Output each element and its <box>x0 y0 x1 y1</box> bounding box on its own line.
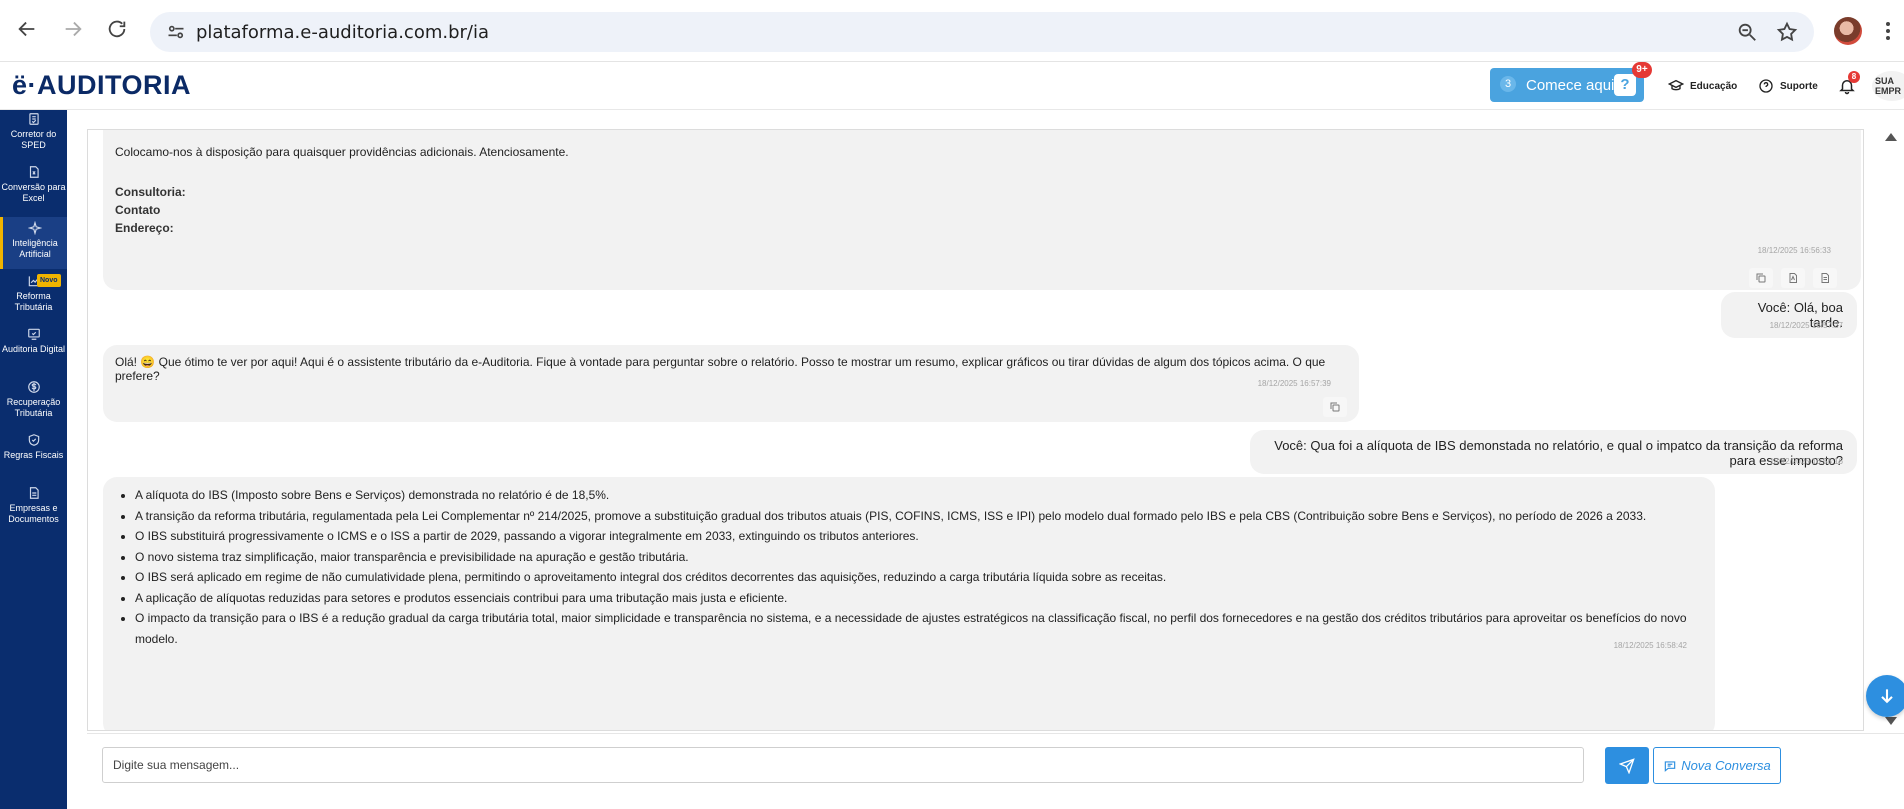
message-input[interactable] <box>102 747 1584 783</box>
sidebar-item-label: Reforma Tributária <box>14 291 53 312</box>
address-bar[interactable]: plataforma.e-auditoria.com.br/ia <box>150 12 1814 52</box>
copy-icon[interactable] <box>1323 397 1347 417</box>
graduation-cap-icon <box>1668 79 1684 91</box>
educacao-label: Educação <box>1690 80 1738 92</box>
contato-label: Contato <box>115 203 161 217</box>
ai-message-text: Olá! 😄 Que ótimo te ver por aqui! Aqui é… <box>115 355 1326 383</box>
browser-toolbar: plataforma.e-auditoria.com.br/ia <box>0 0 1904 62</box>
new-conversation-label: Nova Conversa <box>1681 758 1771 773</box>
sidebar-item-label: Auditoria Digital <box>1 344 66 354</box>
back-icon[interactable] <box>12 14 42 44</box>
user-message: Você: Qua foi a alíquota de IBS demonsta… <box>1250 430 1857 474</box>
list-item: O impacto da transição para o IBS é a re… <box>135 608 1703 649</box>
word-file-icon[interactable] <box>1813 268 1837 288</box>
sidebar-item-reforma-tributaria[interactable]: Novo Reforma Tributária <box>0 274 67 313</box>
message-timestamp: 18/12/2025 16:57:39 <box>1257 379 1331 388</box>
ai-message: Olá! 😄 Que ótimo te ver por aqui! Aqui é… <box>103 345 1359 422</box>
scroll-up-arrow[interactable] <box>1885 133 1897 141</box>
comece-aqui-button[interactable]: 3 Comece aqui ? 9+ <box>1490 62 1652 102</box>
url-text[interactable]: plataforma.e-auditoria.com.br/ia <box>196 22 489 43</box>
list-item: O IBS será aplicado em regime de não cum… <box>135 567 1703 588</box>
message-tools <box>1749 268 1837 288</box>
message-timestamp: 18/12/2025 16:58:16 <box>1769 457 1843 466</box>
user-message-text: Você: Qua foi a alíquota de IBS demonsta… <box>1274 438 1843 468</box>
app-header: ë·AUDITORIA 3 Comece aqui ? 9+ Educação … <box>0 62 1904 110</box>
new-conversation-button[interactable]: Nova Conversa <box>1653 747 1781 784</box>
dollar-icon <box>27 381 40 393</box>
comece-label: Comece aqui <box>1526 77 1615 94</box>
scroll-to-bottom-button[interactable] <box>1866 675 1904 717</box>
send-button[interactable] <box>1605 747 1649 784</box>
message-input-bar: Nova Conversa <box>87 733 1904 809</box>
reload-icon[interactable] <box>102 14 132 44</box>
educacao-link[interactable]: Educação <box>1668 78 1737 94</box>
suporte-label: Suporte <box>1780 80 1818 92</box>
company-avatar[interactable]: SUA EMPR <box>1872 71 1904 101</box>
pdf-icon[interactable] <box>1781 268 1805 288</box>
shield-icon <box>28 434 39 446</box>
browser-menu-icon[interactable] <box>1880 17 1896 45</box>
sidebar-item-recuperacao-tributaria[interactable]: Recuperação Tributária <box>0 380 67 419</box>
arrow-down-icon <box>1881 689 1893 704</box>
message-timestamp: 18/12/2025 16:58:42 <box>1613 641 1687 650</box>
comece-count: 3 <box>1500 76 1516 92</box>
list-item: A alíquota do IBS (Imposto sobre Bens e … <box>135 485 1703 506</box>
sidebar-item-inteligencia-artificial[interactable]: Inteligência Artificial <box>0 217 67 269</box>
list-item: O novo sistema traz simplificação, maior… <box>135 547 1703 568</box>
sidebar-item-label: Inteligência Artificial <box>12 238 58 259</box>
list-item: A transição da reforma tributária, regul… <box>135 506 1703 527</box>
sidebar: Corretor do SPED Conversão para Excel In… <box>0 110 67 809</box>
bookmark-star-icon[interactable] <box>1776 21 1798 43</box>
endereco-label: Endereço: <box>115 221 174 235</box>
forward-icon[interactable] <box>58 14 88 44</box>
chat-messages[interactable]: Colocamo-nos à disposição para quaisquer… <box>87 129 1864 731</box>
help-circle-icon <box>1759 79 1773 93</box>
scroll-down-arrow[interactable] <box>1885 717 1897 725</box>
logo[interactable]: ë·AUDITORIA <box>12 70 191 101</box>
message-timestamp: 18/12/2025 16:56:33 <box>1757 246 1831 255</box>
sidebar-item-auditoria-digital[interactable]: Auditoria Digital <box>0 327 67 355</box>
sidebar-item-regras-fiscais[interactable]: Regras Fiscais <box>0 433 67 461</box>
list-item: O IBS substituirá progressivamente o ICM… <box>135 526 1703 547</box>
ai-message: A alíquota do IBS (Imposto sobre Bens e … <box>103 477 1715 730</box>
sidebar-item-conversao-excel[interactable]: Conversão para Excel <box>0 165 67 204</box>
copy-icon[interactable] <box>1749 268 1773 288</box>
monitor-check-icon <box>27 328 40 340</box>
consultoria-label: Consultoria: <box>115 185 186 199</box>
chat-area: Colocamo-nos à disposição para quaisquer… <box>67 110 1904 733</box>
site-settings-icon[interactable] <box>166 22 186 42</box>
excel-file-icon <box>29 166 39 178</box>
notification-badge: 8 <box>1848 71 1860 83</box>
list-item: A aplicação de alíquotas reduzidas para … <box>135 588 1703 609</box>
sidebar-item-label: Corretor do SPED <box>10 129 57 150</box>
suporte-link[interactable]: Suporte <box>1758 78 1818 94</box>
sidebar-item-label: Regras Fiscais <box>3 450 64 460</box>
help-book-icon: ? <box>1614 74 1636 96</box>
send-icon <box>1619 757 1635 774</box>
sidebar-item-label: Recuperação Tributária <box>6 397 61 418</box>
ai-message-text: Colocamo-nos à disposição para quaisquer… <box>115 145 569 159</box>
message-tools <box>1323 397 1347 417</box>
chat-bubble-icon <box>1664 760 1676 772</box>
novo-badge: Novo <box>37 274 61 287</box>
sidebar-item-corretor-sped[interactable]: Corretor do SPED <box>0 112 67 151</box>
comece-badge: 9+ <box>1632 62 1652 78</box>
sidebar-item-label: Empresas e Documentos <box>8 503 59 524</box>
sidebar-item-label: Conversão para Excel <box>1 182 66 203</box>
file-icon <box>29 487 39 499</box>
user-message: Você: Olá, boa tarde. 18/12/2025 16:57:2… <box>1721 292 1857 338</box>
ai-message: Colocamo-nos à disposição para quaisquer… <box>103 130 1861 290</box>
document-check-icon <box>28 113 39 125</box>
message-timestamp: 18/12/2025 16:57:27 <box>1769 321 1843 330</box>
profile-avatar[interactable] <box>1834 17 1862 45</box>
sparkle-icon <box>28 221 42 235</box>
zoom-icon[interactable] <box>1736 21 1758 43</box>
ai-answer-list: A alíquota do IBS (Imposto sobre Bens e … <box>115 485 1703 649</box>
sidebar-item-empresas-documentos[interactable]: Empresas e Documentos <box>0 486 67 525</box>
